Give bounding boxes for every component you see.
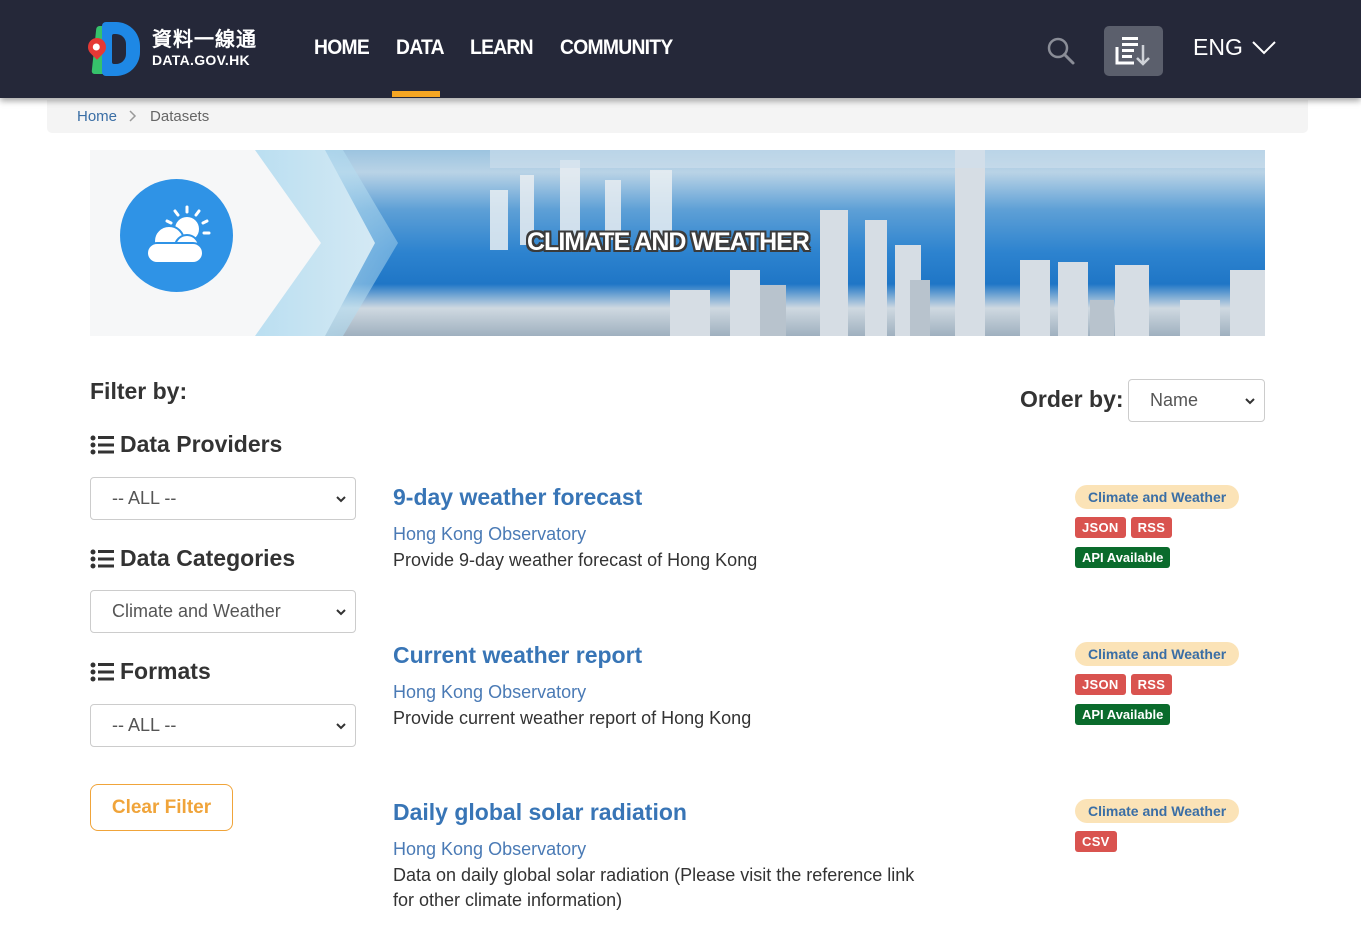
order-by-select[interactable]: Name bbox=[1128, 379, 1265, 422]
providers-select-value: -- ALL -- bbox=[112, 488, 177, 508]
format-badge-rss[interactable]: RSS bbox=[1130, 674, 1173, 695]
language-label: ENG bbox=[1193, 34, 1243, 60]
dataset-item: 9-day weather forecast Hong Kong Observa… bbox=[393, 484, 1263, 573]
dataset-download-button[interactable] bbox=[1104, 26, 1163, 76]
categories-select-value: Climate and Weather bbox=[112, 601, 281, 621]
providers-heading-label: Data Providers bbox=[120, 431, 283, 457]
categories-heading-label: Data Categories bbox=[120, 545, 296, 571]
search-icon[interactable] bbox=[1046, 36, 1076, 66]
formats-heading: Formats bbox=[90, 658, 211, 685]
chevron-down-icon bbox=[336, 608, 346, 615]
clear-filter-button[interactable]: Clear Filter bbox=[90, 784, 233, 831]
category-badge[interactable]: Climate and Weather bbox=[1075, 485, 1240, 509]
api-available-badge: API Available bbox=[1075, 704, 1171, 725]
dataset-tags: Climate and Weather JSON RSS API Availab… bbox=[1075, 642, 1240, 725]
chevron-down-icon bbox=[1245, 397, 1255, 404]
site-logo[interactable]: 資料一線通 DATA.GOV.HK bbox=[84, 20, 263, 78]
logo-text-chinese: 資料一線通 bbox=[152, 29, 257, 51]
cloud-sun-icon bbox=[120, 179, 233, 292]
list-icon bbox=[90, 435, 114, 454]
categories-select[interactable]: Climate and Weather bbox=[90, 590, 356, 633]
breadcrumb-current: Datasets bbox=[150, 108, 210, 125]
category-badge[interactable]: Climate and Weather bbox=[1075, 799, 1240, 823]
providers-select[interactable]: -- ALL -- bbox=[90, 477, 356, 520]
main-nav: HOME DATA LEARN COMMUNITY bbox=[314, 36, 704, 60]
dataset-item: Daily global solar radiation Hong Kong O… bbox=[393, 799, 1263, 913]
order-by-value: Name bbox=[1150, 390, 1199, 410]
format-badge-csv[interactable]: CSV bbox=[1075, 831, 1117, 852]
formats-heading-label: Formats bbox=[120, 658, 211, 684]
logo-mark-icon bbox=[84, 20, 146, 78]
format-badge-json[interactable]: JSON bbox=[1075, 517, 1126, 538]
dataset-tags: Climate and Weather JSON RSS API Availab… bbox=[1075, 485, 1240, 568]
dataset-description: Data on daily global solar radiation (Pl… bbox=[393, 865, 915, 910]
breadcrumb-home-link[interactable]: Home bbox=[77, 108, 117, 125]
order-by-label: Order by: bbox=[1020, 386, 1124, 412]
dataset-tags: Climate and Weather CSV bbox=[1075, 799, 1240, 852]
chevron-down-icon bbox=[336, 722, 346, 729]
api-available-badge: API Available bbox=[1075, 547, 1171, 568]
category-badge[interactable]: Climate and Weather bbox=[1075, 642, 1240, 666]
format-badge-json[interactable]: JSON bbox=[1075, 674, 1126, 695]
chevron-down-icon bbox=[1252, 40, 1276, 54]
nav-data[interactable]: DATA bbox=[396, 36, 445, 60]
format-badge-rss[interactable]: RSS bbox=[1130, 517, 1173, 538]
nav-community[interactable]: COMMUNITY bbox=[560, 36, 673, 60]
chevron-down-icon bbox=[336, 495, 346, 502]
dataset-description: Provide 9-day weather forecast of Hong K… bbox=[393, 550, 758, 570]
logo-text-english: DATA.GOV.HK bbox=[152, 52, 250, 68]
breadcrumb-separator-icon bbox=[129, 109, 137, 125]
formats-select-value: -- ALL -- bbox=[112, 715, 177, 735]
language-selector[interactable]: ENG bbox=[1193, 34, 1277, 61]
active-nav-indicator bbox=[392, 91, 440, 97]
list-icon bbox=[90, 549, 114, 568]
list-icon bbox=[90, 662, 114, 681]
list-download-icon bbox=[1115, 37, 1150, 66]
dataset-item: Current weather report Hong Kong Observa… bbox=[393, 642, 1263, 731]
banner-title: CLIMATE AND WEATHER bbox=[527, 228, 810, 256]
breadcrumb: Home Datasets bbox=[47, 100, 1308, 133]
nav-learn[interactable]: LEARN bbox=[470, 36, 534, 60]
category-banner: CLIMATE AND WEATHER bbox=[90, 150, 1265, 336]
filter-title: Filter by: bbox=[90, 378, 188, 404]
dataset-description: Provide current weather report of Hong K… bbox=[393, 708, 752, 728]
nav-home[interactable]: HOME bbox=[314, 36, 370, 60]
top-navbar: 資料一線通 DATA.GOV.HK HOME DATA LEARN COMMUN… bbox=[0, 0, 1361, 98]
providers-heading: Data Providers bbox=[90, 431, 282, 458]
formats-select[interactable]: -- ALL -- bbox=[90, 704, 356, 747]
categories-heading: Data Categories bbox=[90, 545, 295, 572]
